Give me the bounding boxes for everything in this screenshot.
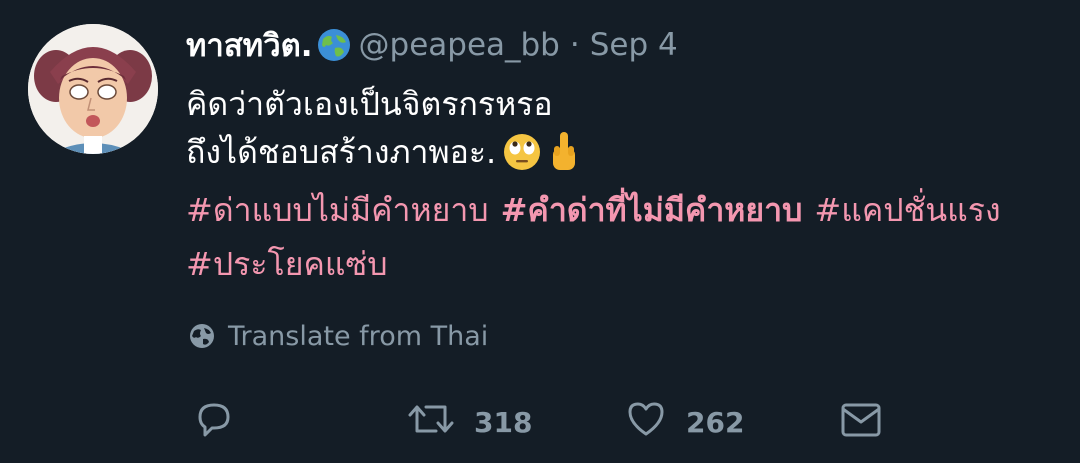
user-handle[interactable]: @peapea_bb [359, 27, 560, 63]
tweet-text-line-2-text: ถึงได้ชอบสร้างภาพอะ. [186, 132, 497, 171]
globe-icon [188, 322, 216, 350]
hashtag-link[interactable]: #ประโยคแซ่บ [186, 239, 388, 290]
like-count: 262 [686, 405, 745, 439]
hashtag-link[interactable]: #คำด่าที่ไม่มีคำหยาบ [501, 185, 803, 236]
face-with-rolling-eyes-emoji [502, 132, 542, 172]
heart-icon [624, 397, 668, 448]
retweet-button[interactable]: 318 [406, 398, 532, 446]
hashtag-link[interactable]: #ด่าแบบไม่มีคำหยาบ [186, 185, 489, 236]
reply-button[interactable] [192, 398, 236, 446]
tweet-text-line-2: ถึงได้ชอบสร้างภาพอะ. [186, 126, 580, 178]
display-name[interactable]: ทาสทวิต. [186, 20, 313, 70]
tweet-text-line-1: คิดว่าตัวเองเป็นจิตรกรหรอ [186, 84, 553, 123]
retweet-count: 318 [474, 405, 533, 439]
reply-icon [192, 397, 236, 448]
tweet-date[interactable]: Sep 4 [590, 27, 678, 63]
globe-emoji [317, 28, 351, 62]
hashtags-line-1: #ด่าแบบไม่มีคำหยาบ #คำด่าที่ไม่มีคำหยาบ … [186, 184, 1001, 236]
tweet-actions: 318 262 [0, 398, 1080, 446]
avatar[interactable] [28, 24, 158, 154]
avatar-image [28, 24, 158, 154]
envelope-icon [838, 397, 884, 448]
direct-message-button[interactable] [838, 398, 884, 446]
middle-finger-emoji [548, 130, 580, 174]
tweet-header: ทาสทวิต. @peapea_bb · Sep 4 [186, 22, 678, 68]
translate-button[interactable]: Translate from Thai [188, 318, 488, 354]
like-button[interactable]: 262 [624, 398, 744, 446]
hashtag-link[interactable]: #แคปชั่นแรง [814, 185, 1000, 236]
hashtags-line-2: #ประโยคแซ่บ [186, 238, 388, 290]
header-separator: · [569, 27, 580, 63]
retweet-icon [406, 397, 456, 448]
translate-label: Translate from Thai [228, 320, 489, 352]
